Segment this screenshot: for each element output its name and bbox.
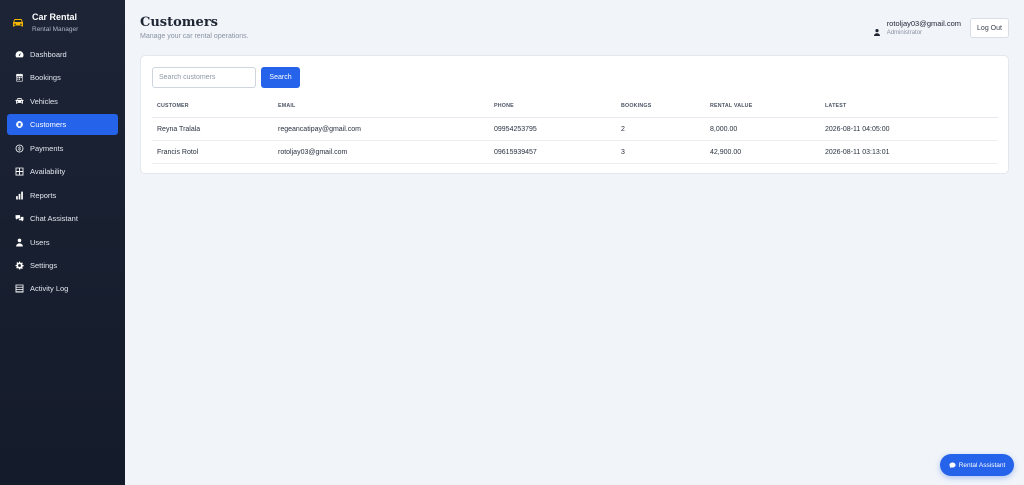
- cell-customer: Reyna Tralala: [157, 125, 201, 133]
- sidebar-item-label: Dashboard: [30, 50, 67, 59]
- sidebar-item-label: Vehicles: [30, 96, 58, 106]
- table-header: CUSTOMER EMAIL PHONE BOOKINGS RENTAL VAL…: [152, 94, 998, 118]
- sidebar-item-activity-log[interactable]: Activity Log: [7, 278, 118, 299]
- sidebar-item-settings[interactable]: Settings: [7, 255, 118, 276]
- logout-button[interactable]: Log Out: [970, 18, 1009, 38]
- sidebar-item-vehicles[interactable]: Vehicles: [7, 91, 118, 112]
- sidebar-item-label: Users: [30, 237, 50, 247]
- car-icon: [12, 15, 24, 27]
- user-email: rotoljay03@gmail.com: [886, 19, 961, 28]
- calendar-icon: [15, 73, 24, 82]
- column-header-latest[interactable]: LATEST: [825, 94, 846, 117]
- rental-assistant-label: Rental Assistant: [958, 461, 1006, 469]
- sidebar-item-label: Payments: [30, 143, 64, 153]
- brand-title: Car Rental: [32, 12, 78, 22]
- sidebar-item-users[interactable]: Users: [7, 232, 118, 253]
- customers-icon: [15, 120, 24, 129]
- cell-latest: 2026-08-11 03:13:01: [825, 148, 890, 156]
- user-role: Administrator: [886, 30, 923, 36]
- brand-subtitle: Rental Manager: [32, 26, 79, 33]
- table-row[interactable]: Francis Rotol rotoljay03@gmail.com 09615…: [152, 141, 998, 164]
- gear-icon: [15, 261, 24, 270]
- cell-rental-value: 42,900.00: [710, 148, 742, 156]
- chat-icon: [15, 214, 24, 223]
- cell-customer: Francis Rotol: [157, 148, 199, 156]
- user-icon: [15, 238, 24, 247]
- sidebar-item-payments[interactable]: Payments: [7, 138, 118, 159]
- column-header-customer[interactable]: CUSTOMER: [157, 94, 189, 117]
- customers-table: CUSTOMER EMAIL PHONE BOOKINGS RENTAL VAL…: [152, 94, 998, 164]
- page-subtitle: Manage your car rental operations.: [140, 33, 249, 40]
- chat-bubble-icon: [949, 461, 956, 468]
- sidebar: Car Rental Rental Manager Dashboard Book…: [0, 0, 125, 485]
- sidebar-nav: Dashboard Bookings Vehicles Customers Pa…: [0, 44, 125, 299]
- sidebar-item-label: Availability: [30, 167, 66, 177]
- sidebar-item-bookings[interactable]: Bookings: [7, 67, 118, 88]
- rental-assistant-button[interactable]: Rental Assistant: [940, 454, 1014, 476]
- cell-phone: 09954253795: [494, 125, 537, 133]
- column-header-rental-value[interactable]: RENTAL VALUE: [710, 94, 752, 117]
- cell-rental-value: 8,000.00: [710, 125, 738, 133]
- main-content: Customers Manage your car rental operati…: [125, 0, 1024, 485]
- cell-email: rotoljay03@gmail.com: [278, 148, 348, 156]
- sidebar-item-dashboard[interactable]: Dashboard: [7, 44, 118, 65]
- cell-email: regeancatipay@gmail.com: [278, 125, 361, 133]
- sidebar-item-label: Settings: [30, 260, 58, 270]
- column-header-phone[interactable]: PHONE: [494, 94, 514, 117]
- cell-bookings: 3: [621, 148, 625, 156]
- gauge-icon: [15, 50, 24, 59]
- sidebar-item-label: Bookings: [30, 73, 61, 83]
- table-row[interactable]: Reyna Tralala regeancatipay@gmail.com 09…: [152, 118, 998, 141]
- user-icon: [873, 24, 881, 36]
- customers-card: Search CUSTOMER EMAIL PHONE BOOKINGS REN…: [140, 55, 1009, 174]
- cell-bookings: 2: [621, 125, 625, 133]
- grid-icon: [15, 167, 24, 176]
- page-title: Customers: [140, 15, 218, 30]
- sidebar-item-label: Reports: [30, 190, 57, 200]
- sidebar-item-availability[interactable]: Availability: [7, 161, 118, 182]
- sidebar-item-label: Customers: [30, 120, 67, 130]
- sidebar-item-customers[interactable]: Customers: [7, 114, 118, 136]
- car-icon: [15, 97, 24, 106]
- brand[interactable]: Car Rental Rental Manager: [0, 0, 125, 44]
- bar-chart-icon: [15, 191, 24, 200]
- sidebar-item-label: Chat Assistant: [30, 214, 78, 224]
- sidebar-item-reports[interactable]: Reports: [7, 185, 118, 206]
- column-header-bookings[interactable]: BOOKINGS: [621, 94, 651, 117]
- sidebar-item-label: Activity Log: [30, 284, 69, 294]
- search-button[interactable]: Search: [261, 67, 300, 88]
- cell-phone: 09615939457: [494, 148, 537, 156]
- dollar-icon: [15, 144, 24, 153]
- search-input[interactable]: [152, 67, 256, 88]
- sidebar-item-chat-assistant[interactable]: Chat Assistant: [7, 208, 118, 229]
- column-header-email[interactable]: EMAIL: [278, 94, 295, 117]
- list-icon: [15, 284, 24, 293]
- user-info: rotoljay03@gmail.com Administrator: [873, 19, 961, 37]
- cell-latest: 2026-08-11 04:05:00: [825, 125, 890, 133]
